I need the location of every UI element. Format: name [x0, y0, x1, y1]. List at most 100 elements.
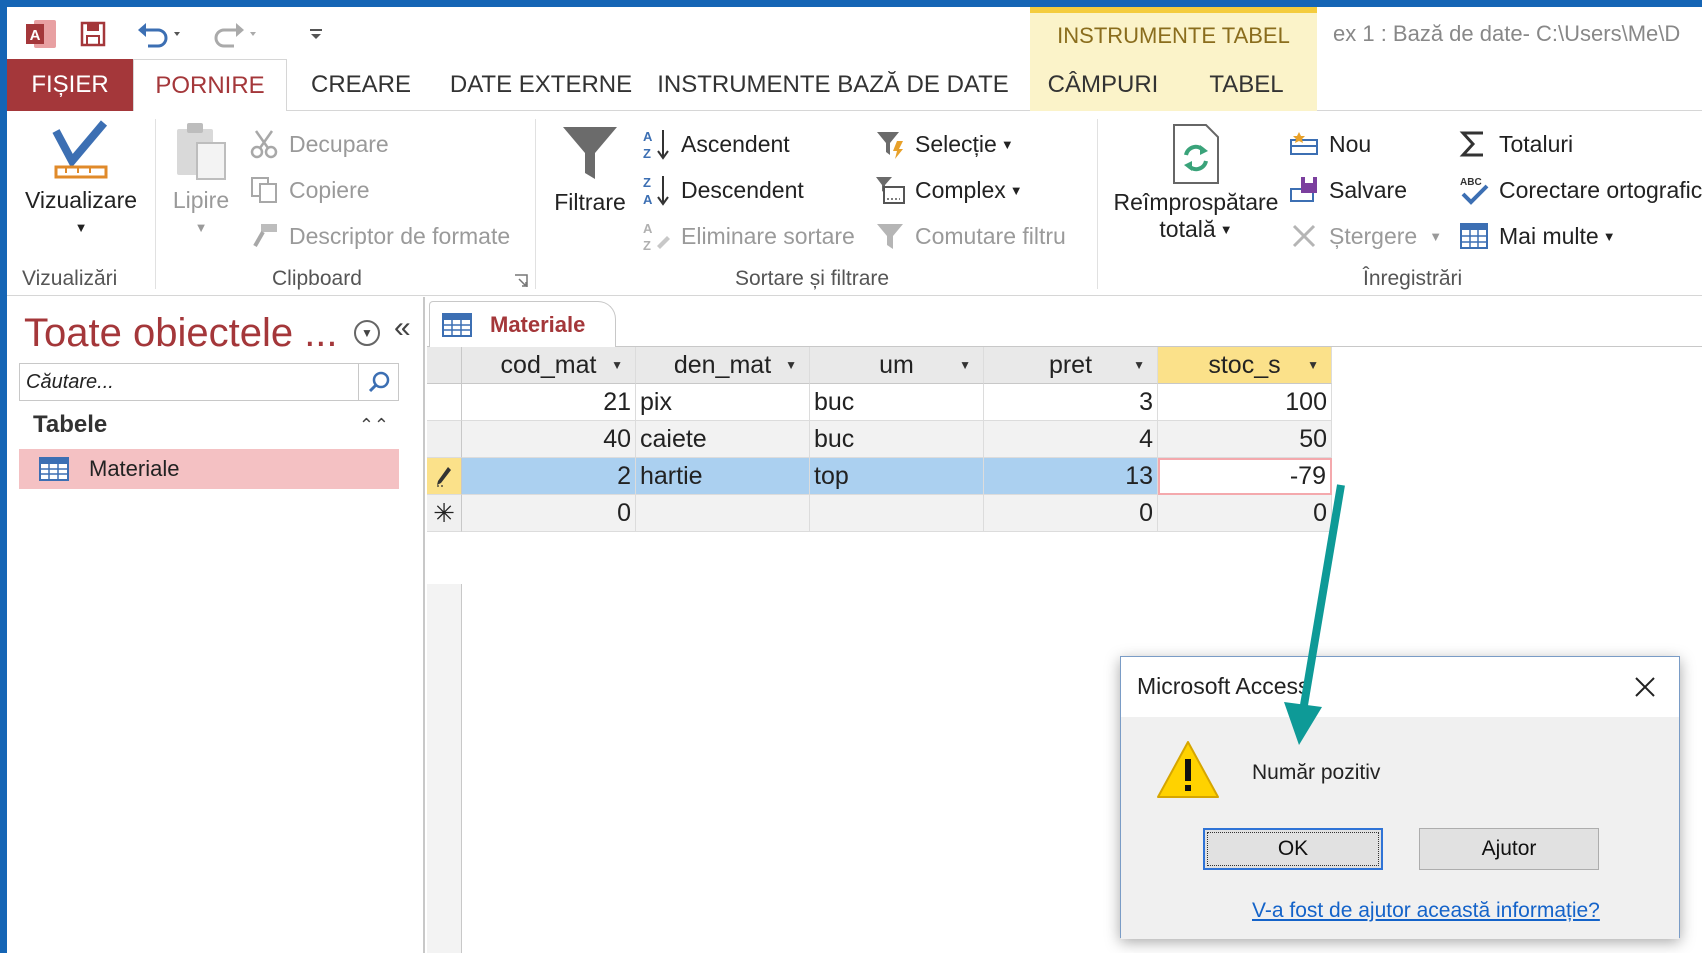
group-label-clipboard: Clipboard [272, 267, 362, 290]
group-label-views: Vizualizări [22, 267, 118, 290]
new-record-row[interactable]: ✳ 0 0 0 [427, 495, 1332, 532]
tab-fields[interactable]: CÂMPURI [1030, 59, 1176, 111]
cell-um[interactable] [810, 495, 984, 532]
undo-icon[interactable] [131, 17, 191, 51]
remove-sort-button[interactable]: AZ Eliminare sortare [639, 219, 855, 253]
tab-home[interactable]: PORNIRE [133, 59, 287, 112]
ribbon-separator [1097, 119, 1098, 289]
selection-filter-icon [873, 127, 907, 161]
feedback-link[interactable]: V-a fost de ajutor această informație? [1252, 899, 1600, 923]
cell-cod-mat[interactable]: 0 [462, 495, 636, 532]
delete-x-icon [1287, 219, 1321, 253]
sort-ascending-button[interactable]: AZ Ascendent [639, 127, 790, 161]
record-selector[interactable] [427, 384, 462, 421]
help-button[interactable]: Ajutor [1419, 828, 1599, 870]
chevron-down-icon[interactable]: ▼ [611, 358, 623, 372]
sort-descending-button[interactable]: ZA Descendent [639, 173, 804, 207]
column-header-cod-mat[interactable]: cod_mat ▼ [462, 347, 636, 384]
paste-button[interactable]: Lipire ▼ [165, 121, 237, 235]
cell-stoc-s[interactable]: 0 [1158, 495, 1332, 532]
redo-icon[interactable] [205, 17, 265, 51]
document-tab-materiale[interactable]: Materiale [429, 301, 617, 348]
table-row[interactable]: 2 hartie top 13 -79 [427, 458, 1332, 495]
totals-button[interactable]: Totaluri [1457, 127, 1573, 161]
ok-button[interactable]: OK [1203, 828, 1383, 870]
table-row[interactable]: 40 caiete buc 4 50 [427, 421, 1332, 458]
tab-create[interactable]: CREARE [293, 59, 429, 111]
refresh-all-button[interactable]: Reîmprospătare totală ▼ [1107, 123, 1285, 243]
new-record-button[interactable]: Nou [1287, 127, 1371, 161]
cell-um[interactable]: buc [810, 384, 984, 421]
nav-pane-title[interactable]: Toate obiectele ... [24, 311, 338, 356]
cell-den-mat[interactable]: caiete [636, 421, 810, 458]
delete-record-button[interactable]: Ștergere ▼ [1287, 219, 1442, 253]
dialog-body: Număr pozitiv OK Ajutor V-a fost de ajut… [1121, 717, 1679, 939]
document-tab-bar: Materiale [427, 297, 1702, 348]
save-record-button[interactable]: Salvare [1287, 173, 1407, 207]
customize-toolbar-icon[interactable] [301, 17, 331, 51]
column-header-um[interactable]: um ▼ [810, 347, 984, 384]
toggle-filter-button[interactable]: Comutare filtru [873, 219, 1066, 253]
close-icon[interactable] [1625, 667, 1665, 707]
cell-den-mat[interactable]: pix [636, 384, 810, 421]
sigma-icon [1457, 127, 1491, 161]
chevron-down-icon[interactable]: ▼ [354, 320, 380, 346]
tab-database-tools[interactable]: INSTRUMENTE BAZĂ DE DATE [653, 59, 1013, 111]
save-record-label: Salvare [1329, 176, 1407, 203]
clipboard-icon [177, 123, 226, 180]
tab-external-data[interactable]: DATE EXTERNE [443, 59, 639, 111]
chevron-down-icon[interactable]: ▼ [959, 358, 971, 372]
refresh-all-label-line1: Reîmprospătare [1113, 189, 1279, 215]
cell-den-mat[interactable] [636, 495, 810, 532]
chevron-down-icon[interactable]: ▼ [1133, 358, 1145, 372]
column-header-pret[interactable]: pret ▼ [984, 347, 1158, 384]
column-label: pret [1048, 350, 1093, 379]
cell-stoc-s[interactable]: 100 [1158, 384, 1332, 421]
chevron-down-icon: ▼ [1000, 136, 1014, 152]
tab-file[interactable]: FIȘIER [7, 59, 133, 111]
cell-um[interactable]: top [810, 458, 984, 495]
column-header-den-mat[interactable]: den_mat ▼ [636, 347, 810, 384]
cell-pret[interactable]: 0 [984, 495, 1158, 532]
view-button[interactable]: Vizualizare ▼ [15, 117, 147, 235]
spelling-button[interactable]: ABC Corectare ortografic [1457, 173, 1702, 207]
collapse-pane-icon[interactable]: « [394, 311, 411, 345]
cell-cod-mat[interactable]: 2 [462, 458, 636, 495]
cell-cod-mat[interactable]: 21 [462, 384, 636, 421]
tab-table[interactable]: TABEL [1176, 59, 1317, 111]
cell-um[interactable]: buc [810, 421, 984, 458]
table-row[interactable]: 21 pix buc 3 100 [427, 384, 1332, 421]
record-selector-strip [427, 584, 462, 953]
format-painter-button[interactable]: Descriptor de formate [247, 219, 510, 253]
nav-item-materiale[interactable]: Materiale [19, 449, 399, 489]
advanced-filter-button[interactable]: Complex ▼ [873, 173, 1023, 207]
pencil-icon[interactable] [427, 458, 462, 495]
cut-button[interactable]: Decupare [247, 127, 389, 161]
new-record-label: Nou [1329, 130, 1372, 157]
cell-stoc-s-editing[interactable]: -79 [1158, 458, 1332, 495]
chevron-down-icon[interactable]: ▼ [1307, 358, 1319, 372]
copy-button[interactable]: Copiere [247, 173, 370, 207]
cell-pret[interactable]: 13 [984, 458, 1158, 495]
record-selector[interactable] [427, 421, 462, 458]
search-icon[interactable] [358, 364, 398, 400]
filter-button[interactable]: Filtrare [545, 123, 635, 216]
cell-pret[interactable]: 3 [984, 384, 1158, 421]
search-input[interactable] [20, 365, 358, 399]
chevron-down-icon[interactable]: ▼ [785, 358, 797, 372]
select-all-corner[interactable] [427, 347, 462, 384]
selection-button[interactable]: Selecție ▼ [873, 127, 1014, 161]
more-button[interactable]: Mai multe ▼ [1457, 219, 1616, 253]
new-record-icon [1287, 127, 1321, 161]
cell-cod-mat[interactable]: 40 [462, 421, 636, 458]
cell-stoc-s[interactable]: 50 [1158, 421, 1332, 458]
save-icon[interactable] [75, 17, 111, 51]
cell-pret[interactable]: 4 [984, 421, 1158, 458]
cell-den-mat[interactable]: hartie [636, 458, 810, 495]
svg-text:Z: Z [643, 175, 651, 190]
column-header-stoc-s[interactable]: stoc_s ▼ [1158, 347, 1332, 384]
nav-group-tables[interactable]: Tabele ⌃⌃ [19, 405, 399, 445]
new-record-asterisk-icon[interactable]: ✳ [427, 495, 462, 532]
spelling-label: Corectare ortografic [1499, 176, 1702, 203]
dialog-launcher-icon[interactable] [513, 273, 529, 294]
